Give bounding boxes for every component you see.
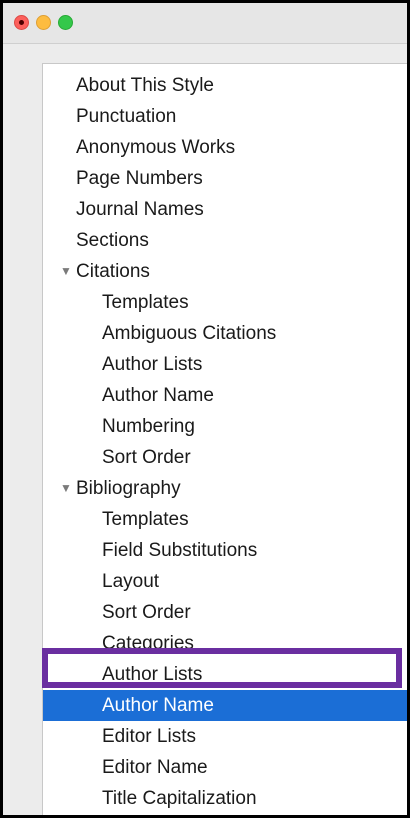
sidebar-item-field-substitutions[interactable]: Field Substitutions <box>43 535 407 566</box>
sidebar-item-label: Sort Order <box>102 447 191 468</box>
style-editor-window: About This Style Punctuation Anonymous W… <box>0 0 410 818</box>
sidebar-item-label: About This Style <box>76 75 215 96</box>
style-sections-sidebar: About This Style Punctuation Anonymous W… <box>42 63 407 815</box>
sidebar-item-bibliography-templates[interactable]: Templates <box>43 504 407 535</box>
sidebar-item-sections[interactable]: Sections <box>43 225 407 256</box>
sidebar-item-layout[interactable]: Layout <box>43 566 407 597</box>
sidebar-item-label: Field Substitutions <box>102 540 258 561</box>
sidebar-item-label: Title Capitalization <box>102 788 257 809</box>
sidebar-item-editor-name[interactable]: Editor Name <box>43 752 407 783</box>
disclosure-triangle-icon[interactable]: ▼ <box>60 473 76 504</box>
sidebar-item-label: Categories <box>102 633 194 654</box>
sidebar-item-categories[interactable]: Categories <box>43 628 407 659</box>
minimize-window-button[interactable] <box>36 15 51 30</box>
sidebar-item-citations-sort-order[interactable]: Sort Order <box>43 442 407 473</box>
sidebar-item-label: Templates <box>102 509 189 530</box>
sidebar-item-label: Journal Names <box>76 199 204 220</box>
sidebar-item-label: Page Numbers <box>76 168 203 189</box>
sidebar-group-citations[interactable]: ▼ Citations <box>43 256 407 287</box>
title-bar <box>3 3 407 44</box>
sidebar-item-label: Editor Name <box>102 757 208 778</box>
sidebar-item-label: Numbering <box>102 416 195 437</box>
sidebar-item-journal-names[interactable]: Journal Names <box>43 194 407 225</box>
sidebar-item-label: Author Lists <box>102 664 203 685</box>
sidebar-item-label: Sort Order <box>102 602 191 623</box>
sidebar-group-label: Citations <box>76 261 150 282</box>
sidebar-item-label: Author Name <box>102 385 214 406</box>
style-sections-list: About This Style Punctuation Anonymous W… <box>43 70 407 814</box>
sidebar-item-label: Layout <box>102 571 160 592</box>
sidebar-item-numbering[interactable]: Numbering <box>43 411 407 442</box>
sidebar-item-punctuation[interactable]: Punctuation <box>43 101 407 132</box>
sidebar-item-bibliography-author-lists[interactable]: Author Lists <box>43 659 407 690</box>
sidebar-item-citations-templates[interactable]: Templates <box>43 287 407 318</box>
sidebar-item-about-this-style[interactable]: About This Style <box>43 70 407 101</box>
sidebar-item-label: Punctuation <box>76 106 177 127</box>
sidebar-item-label: Editor Lists <box>102 726 196 747</box>
sidebar-item-citations-author-name[interactable]: Author Name <box>43 380 407 411</box>
sidebar-group-bibliography[interactable]: ▼ Bibliography <box>43 473 407 504</box>
zoom-window-button[interactable] <box>58 15 73 30</box>
sidebar-item-label: Author Name <box>102 695 214 716</box>
sidebar-item-label: Sections <box>76 230 149 251</box>
close-window-button[interactable] <box>14 15 29 30</box>
sidebar-item-editor-lists[interactable]: Editor Lists <box>43 721 407 752</box>
sidebar-item-page-numbers[interactable]: Page Numbers <box>43 163 407 194</box>
sidebar-item-bibliography-sort-order[interactable]: Sort Order <box>43 597 407 628</box>
sidebar-item-label: Author Lists <box>102 354 203 375</box>
sidebar-item-bibliography-author-name[interactable]: Author Name <box>43 690 407 721</box>
sidebar-item-ambiguous-citations[interactable]: Ambiguous Citations <box>43 318 407 349</box>
sidebar-item-label: Ambiguous Citations <box>102 323 277 344</box>
sidebar-item-citations-author-lists[interactable]: Author Lists <box>43 349 407 380</box>
disclosure-triangle-icon[interactable]: ▼ <box>60 256 76 287</box>
sidebar-item-anonymous-works[interactable]: Anonymous Works <box>43 132 407 163</box>
sidebar-item-title-capitalization[interactable]: Title Capitalization <box>43 783 407 814</box>
sidebar-item-label: Templates <box>102 292 189 313</box>
sidebar-item-label: Anonymous Works <box>76 137 236 158</box>
sidebar-group-label: Bibliography <box>76 478 181 499</box>
